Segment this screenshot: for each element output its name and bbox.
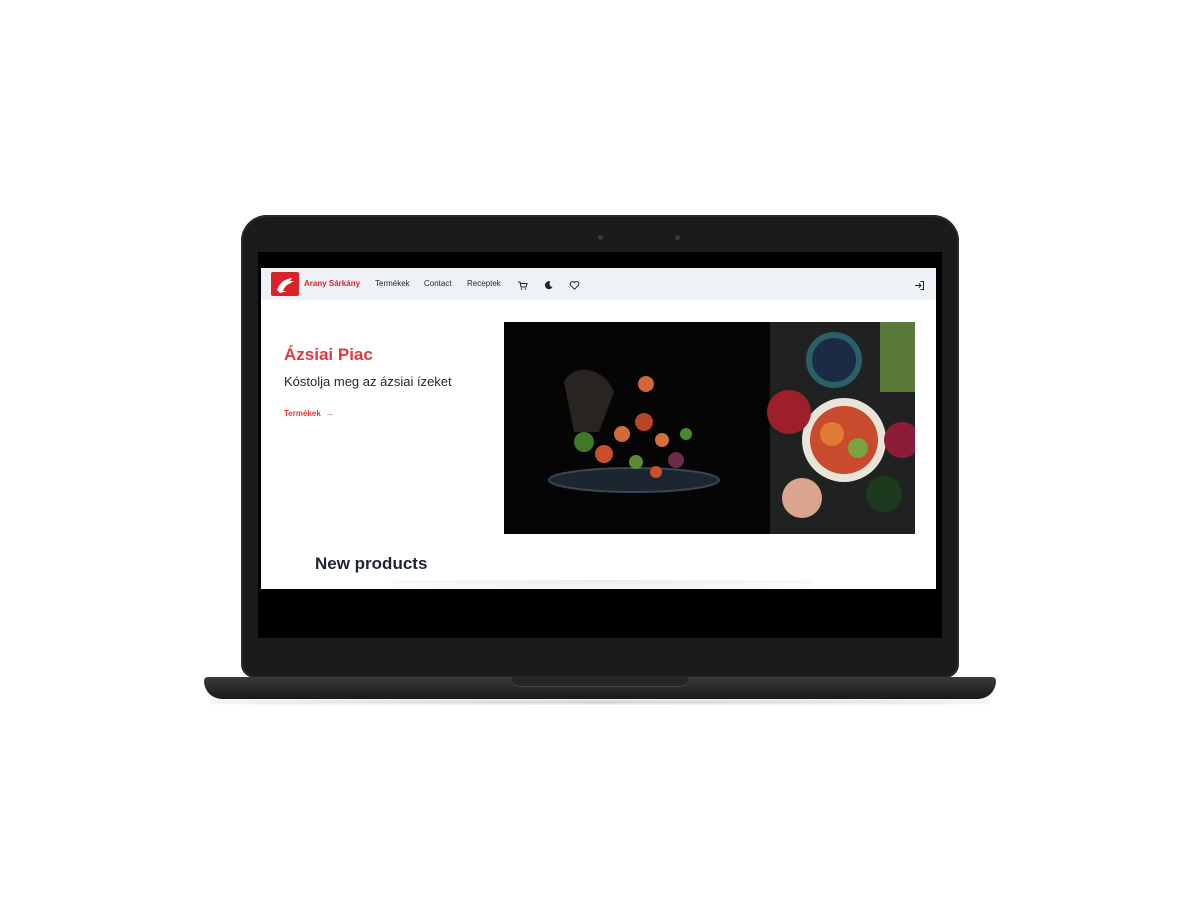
section-title-new-products: New products [315, 554, 428, 573]
sensor-icon [675, 235, 680, 240]
product-card-shadow [391, 580, 811, 589]
nav-link-receptek[interactable]: Receptek [467, 279, 501, 288]
laptop-notch [511, 677, 689, 687]
moon-icon[interactable] [543, 278, 554, 290]
nav-link-termekek[interactable]: Termékek [375, 279, 410, 288]
nav-link-contact[interactable]: Contact [424, 279, 452, 288]
heart-icon[interactable] [569, 278, 580, 290]
laptop-shadow [210, 699, 990, 705]
arrow-right-icon: → [325, 409, 334, 418]
hero-cta-link[interactable]: Termékek → [284, 409, 334, 418]
web-page: Arany Sárkány Termékek Contact Receptek … [261, 268, 936, 589]
cart-icon[interactable] [517, 278, 528, 290]
hero-title: Ázsiai Piac [284, 345, 373, 364]
dragon-logo-icon[interactable] [271, 272, 299, 296]
brand-name[interactable]: Arany Sárkány [304, 279, 360, 288]
hero-food-image [504, 322, 915, 534]
login-icon[interactable] [914, 278, 925, 290]
navbar: Arany Sárkány Termékek Contact Receptek [261, 268, 936, 300]
hero-subtitle: Kóstolja meg az ázsiai ízeket [284, 374, 452, 389]
webcam-icon [598, 235, 603, 240]
laptop-mockup: Arany Sárkány Termékek Contact Receptek … [0, 0, 1200, 900]
hero-cta-label: Termékek [284, 409, 321, 418]
